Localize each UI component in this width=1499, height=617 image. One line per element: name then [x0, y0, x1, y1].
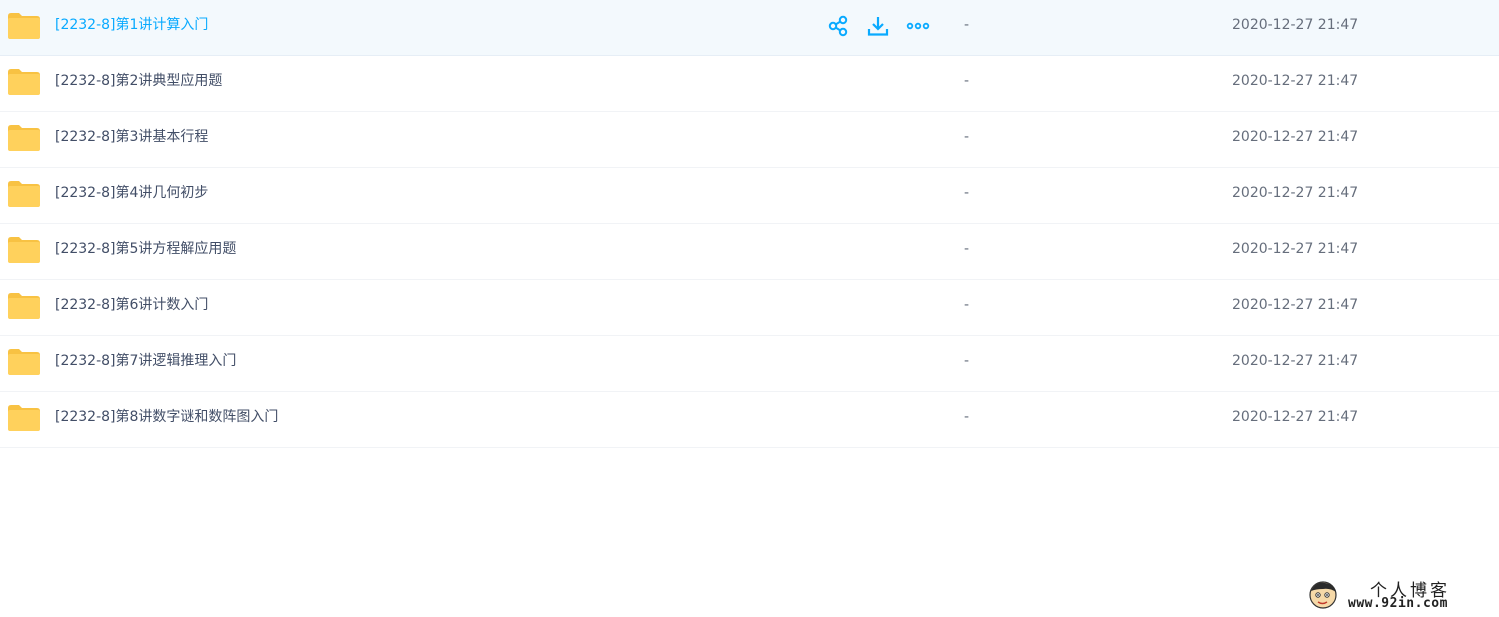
- file-name-link[interactable]: [2232-8]第1讲计算入门: [55, 0, 208, 50]
- folder-icon: [8, 13, 40, 39]
- folder-icon: [8, 405, 40, 431]
- download-button[interactable]: [866, 14, 890, 38]
- file-modified-time: 2020-12-27 21:47: [1232, 353, 1359, 369]
- file-row[interactable]: [2232-8]第5讲方程解应用题 - 2020-12-27 21:47: [0, 224, 1499, 280]
- folder-icon: [8, 125, 40, 151]
- file-row[interactable]: [2232-8]第7讲逻辑推理入门 - 2020-12-27 21:47: [0, 336, 1499, 392]
- row-actions: [826, 14, 946, 38]
- share-button[interactable]: [826, 14, 850, 38]
- file-size: -: [964, 129, 970, 145]
- file-size: -: [964, 353, 970, 369]
- file-name-link[interactable]: [2232-8]第6讲计数入门: [55, 280, 208, 330]
- file-row[interactable]: [2232-8]第6讲计数入门 - 2020-12-27 21:47: [0, 280, 1499, 336]
- watermark-url: www.92in.com: [1348, 596, 1448, 611]
- file-size: -: [964, 185, 970, 201]
- download-icon: [867, 17, 889, 36]
- file-modified-time: 2020-12-27 21:47: [1232, 129, 1359, 145]
- file-row[interactable]: [2232-8]第1讲计算入门 - 2020-12-27 21:47: [0, 0, 1499, 56]
- folder-icon: [8, 349, 40, 375]
- file-row[interactable]: [2232-8]第8讲数字谜和数阵图入门 - 2020-12-27 21:47: [0, 392, 1499, 448]
- file-modified-time: 2020-12-27 21:47: [1232, 185, 1359, 201]
- file-row[interactable]: [2232-8]第3讲基本行程 - 2020-12-27 21:47: [0, 112, 1499, 168]
- file-size: -: [964, 17, 970, 33]
- file-size: -: [964, 409, 970, 425]
- file-modified-time: 2020-12-27 21:47: [1232, 73, 1359, 89]
- share-icon: [828, 15, 848, 37]
- file-row[interactable]: [2232-8]第4讲几何初步 - 2020-12-27 21:47: [0, 168, 1499, 224]
- folder-icon: [8, 237, 40, 263]
- file-size: -: [964, 297, 970, 313]
- file-name-link[interactable]: [2232-8]第3讲基本行程: [55, 112, 208, 162]
- file-modified-time: 2020-12-27 21:47: [1232, 409, 1359, 425]
- file-modified-time: 2020-12-27 21:47: [1232, 241, 1359, 257]
- file-modified-time: 2020-12-27 21:47: [1232, 17, 1359, 33]
- file-name-link[interactable]: [2232-8]第2讲典型应用题: [55, 56, 222, 106]
- file-row[interactable]: [2232-8]第2讲典型应用题 - 2020-12-27 21:47: [0, 56, 1499, 112]
- file-name-link[interactable]: [2232-8]第8讲数字谜和数阵图入门: [55, 392, 278, 442]
- file-name-link[interactable]: [2232-8]第4讲几何初步: [55, 168, 208, 218]
- more-button[interactable]: [906, 14, 930, 38]
- file-size: -: [964, 73, 970, 89]
- more-icon: [906, 22, 930, 30]
- file-size: -: [964, 241, 970, 257]
- blog-watermark: 个人博客 www.92in.com: [1306, 574, 1490, 614]
- file-name-link[interactable]: [2232-8]第5讲方程解应用题: [55, 224, 236, 274]
- file-name-link[interactable]: [2232-8]第7讲逻辑推理入门: [55, 336, 236, 386]
- file-modified-time: 2020-12-27 21:47: [1232, 297, 1359, 313]
- file-list: [2232-8]第1讲计算入门 - 2020-12-27 21:47 [2232…: [0, 0, 1499, 448]
- folder-icon: [8, 293, 40, 319]
- folder-icon: [8, 181, 40, 207]
- folder-icon: [8, 69, 40, 95]
- cartoon-avatar-icon: [1309, 581, 1337, 609]
